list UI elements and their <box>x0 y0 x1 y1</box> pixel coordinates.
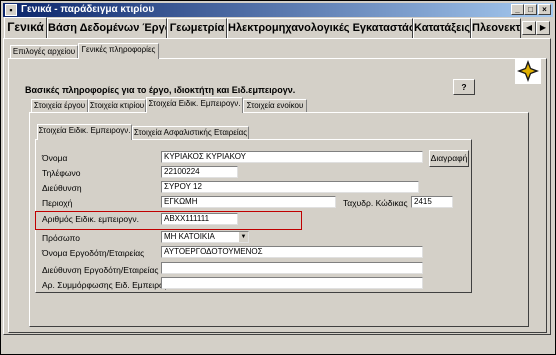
employer-name-field[interactable]: ΑΥΤΟΕΡΓΟΔΟΤΟΥΜΕΝΟΣ <box>161 246 423 258</box>
minimize-icon[interactable]: _ <box>511 4 524 15</box>
name-field[interactable]: ΚΥΡΙΑΚΟΣ ΚΥΡΙΑΚΟΥ <box>161 151 423 163</box>
name-label: Όνομα <box>42 153 68 163</box>
person-select[interactable]: ΜΗ ΚΑΤΟΙΚΙΑ ▼ <box>161 231 249 243</box>
top-tab-strip: Γενικά Βάση Δεδομένων Έργου Γεωμετρία Ηλ… <box>3 17 553 39</box>
person-label: Πρόσωπο <box>42 233 80 243</box>
phone-field[interactable]: 22100224 <box>161 166 238 178</box>
tab-expert-details[interactable]: Στοιχεία Ειδικ. Εμπειρογν. <box>146 97 243 113</box>
employer-address-field[interactable] <box>161 262 423 274</box>
address-field[interactable]: ΣΥΡΟΥ 12 <box>161 181 419 193</box>
help-icon: ? <box>461 82 467 92</box>
region-field[interactable]: ΕΓΚΩΜΗ <box>161 196 336 208</box>
expert-number-field[interactable]: ΑΒΧΧ111111 <box>161 213 238 225</box>
delete-button[interactable]: Διαγραφή <box>429 150 469 167</box>
address-label: Διεύθυνση <box>42 183 82 193</box>
tab-scroll-right-icon[interactable]: ▶ <box>536 21 550 35</box>
tab-general[interactable]: Γενικά <box>4 17 47 39</box>
tab-building-details[interactable]: Στοιχεία κτιρίου <box>88 99 146 113</box>
application-window: ▪ Γενικά - παράδειγμα κτιρίου _ □ × Γενι… <box>0 0 556 355</box>
compliance-number-field[interactable] <box>161 277 423 289</box>
tab-project-database[interactable]: Βάση Δεδομένων Έργου <box>47 18 167 38</box>
tab-project-details[interactable]: Στοιχεία έργου <box>31 99 88 113</box>
phone-label: Τηλέφωνο <box>42 168 81 178</box>
tab-more[interactable]: Πλεονεκτ <box>471 18 521 38</box>
compliance-number-label: Αρ. Συμμόρφωσης Ειδ. Εμπειρογν. <box>42 280 175 290</box>
tab-expert-info[interactable]: Στοιχεία Ειδικ. Εμπειρογν. <box>37 124 132 140</box>
employer-name-label: Όνομα Εργοδότη/Εταιρείας <box>42 248 145 258</box>
tab-geometry[interactable]: Γεωμετρία <box>167 18 227 38</box>
tab-classifications[interactable]: Κατατάξεις <box>413 18 471 38</box>
tab-insurance-company[interactable]: Στοιχεία Ασφαλιστικής Εταιρείας <box>132 126 249 140</box>
expert-number-label: Αριθμός Ειδικ. εμπειρογν. <box>42 214 140 224</box>
status-bar <box>3 335 553 352</box>
employer-address-label: Διεύθυνση Εργοδότη/Εταιρείας <box>42 265 159 275</box>
maximize-icon[interactable]: □ <box>524 4 537 15</box>
tab-electromechanical[interactable]: Ηλεκτρομηχανολογικές Εγκαταστάσεις <box>227 18 413 38</box>
help-button[interactable]: ? <box>453 79 475 95</box>
window-title: Γενικά - παράδειγμα κτιρίου <box>21 4 155 15</box>
tab-general-info[interactable]: Γενικές πληροφορίες <box>78 43 159 59</box>
close-icon[interactable]: × <box>538 4 551 15</box>
person-select-value: ΜΗ ΚΑΤΟΙΚΙΑ <box>164 232 215 241</box>
tab-tenant-details[interactable]: Στοιχεία ενοίκου <box>243 99 307 113</box>
chevron-down-icon[interactable]: ▼ <box>238 232 248 242</box>
window-icon: ▪ <box>5 4 17 16</box>
logo-icon <box>515 58 541 84</box>
tab-scroll-left-icon[interactable]: ◀ <box>522 21 536 35</box>
title-bar[interactable]: ▪ Γενικά - παράδειγμα κτιρίου _ □ × <box>3 3 553 17</box>
region-label: Περιοχή <box>42 198 73 208</box>
tab-file-options[interactable]: Επιλογές αρχείου <box>10 45 78 59</box>
section-heading: Βασικές πληροφορίες για το έργο, ιδιοκτή… <box>25 85 296 95</box>
postcode-field[interactable]: 2415 <box>411 196 453 208</box>
postcode-label: Ταχυδρ. Κώδικας <box>343 198 408 208</box>
